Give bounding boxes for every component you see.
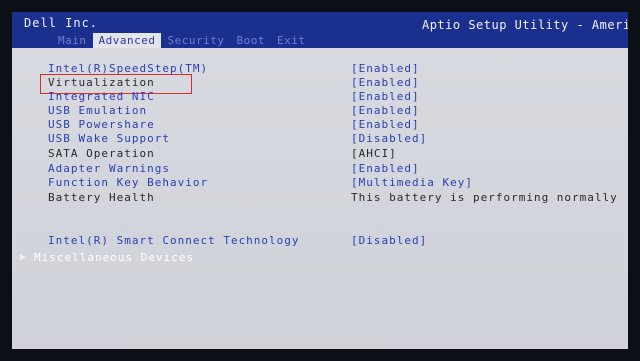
setting-label: Intel(R) Smart Connect Technology bbox=[48, 234, 300, 247]
tab-boot[interactable]: Boot bbox=[230, 33, 271, 48]
setting-row-smart-connect[interactable]: Intel(R) Smart Connect Technology [Disab… bbox=[20, 234, 640, 248]
setting-label: USB Emulation bbox=[48, 104, 148, 117]
setting-label: Function Key Behavior bbox=[48, 176, 209, 189]
battery-status-text: This battery is performing normally bbox=[351, 191, 618, 204]
settings-panel: Intel(R)SpeedStep(TM) [Enabled] Virtuali… bbox=[20, 52, 640, 352]
setting-row-integrated-nic[interactable]: Integrated NIC [Enabled] bbox=[20, 90, 640, 104]
vendor-name: Dell Inc. bbox=[24, 16, 99, 30]
setting-value[interactable]: [Multimedia Key] bbox=[351, 176, 473, 189]
setting-row-usb-emulation[interactable]: USB Emulation [Enabled] bbox=[20, 104, 640, 118]
tab-exit[interactable]: Exit bbox=[271, 33, 312, 48]
setting-value[interactable]: [AHCI] bbox=[351, 147, 397, 160]
tab-security[interactable]: Security bbox=[161, 33, 230, 48]
setting-label: SATA Operation bbox=[48, 147, 155, 160]
setting-value[interactable]: [Disabled] bbox=[351, 234, 427, 247]
app-title: Aptio Setup Utility - America bbox=[421, 18, 640, 32]
setting-row-speedstep[interactable]: Intel(R)SpeedStep(TM) [Enabled] bbox=[20, 62, 640, 76]
setting-label: Battery Health bbox=[48, 191, 155, 204]
submenu-arrow-icon: ▶ bbox=[20, 252, 27, 263]
setting-label: Intel(R)SpeedStep(TM) bbox=[48, 62, 209, 75]
setting-row-adapter-warnings[interactable]: Adapter Warnings [Enabled] bbox=[20, 162, 640, 176]
misc-devices-submenu[interactable]: Miscellaneous Devices bbox=[34, 251, 194, 264]
tab-main[interactable]: Main bbox=[52, 33, 93, 48]
top-bar: Dell Inc. Aptio Setup Utility - America … bbox=[0, 0, 640, 48]
tab-advanced[interactable]: Advanced bbox=[92, 33, 162, 48]
tab-bar: Main Advanced Security Boot Exit bbox=[52, 33, 311, 48]
setting-value[interactable]: [Disabled] bbox=[351, 132, 427, 145]
setting-label: USB Powershare bbox=[48, 118, 155, 131]
bios-screen: Dell Inc. Aptio Setup Utility - America … bbox=[0, 0, 640, 361]
setting-value[interactable]: [Enabled] bbox=[351, 90, 420, 103]
setting-label: Integrated NIC bbox=[48, 90, 155, 103]
setting-row-virtualization[interactable]: Virtualization [Enabled] bbox=[20, 76, 640, 90]
setting-row-function-key[interactable]: Function Key Behavior [Multimedia Key] bbox=[20, 176, 640, 190]
setting-value[interactable]: [Enabled] bbox=[351, 162, 420, 175]
setting-value[interactable]: [Enabled] bbox=[351, 62, 420, 75]
setting-row-battery-health: Battery Health This battery is performin… bbox=[20, 191, 640, 205]
setting-value[interactable]: [Enabled] bbox=[351, 118, 420, 131]
setting-row-usb-wake[interactable]: USB Wake Support [Disabled] bbox=[20, 132, 640, 146]
setting-label: USB Wake Support bbox=[48, 132, 170, 145]
setting-value[interactable]: [Enabled] bbox=[351, 76, 420, 89]
setting-label: Adapter Warnings bbox=[48, 162, 170, 175]
setting-label: Virtualization bbox=[48, 76, 155, 89]
setting-row-sata-operation[interactable]: SATA Operation [AHCI] bbox=[20, 147, 640, 161]
setting-value[interactable]: [Enabled] bbox=[351, 104, 420, 117]
setting-row-usb-powershare[interactable]: USB Powershare [Enabled] bbox=[20, 118, 640, 132]
